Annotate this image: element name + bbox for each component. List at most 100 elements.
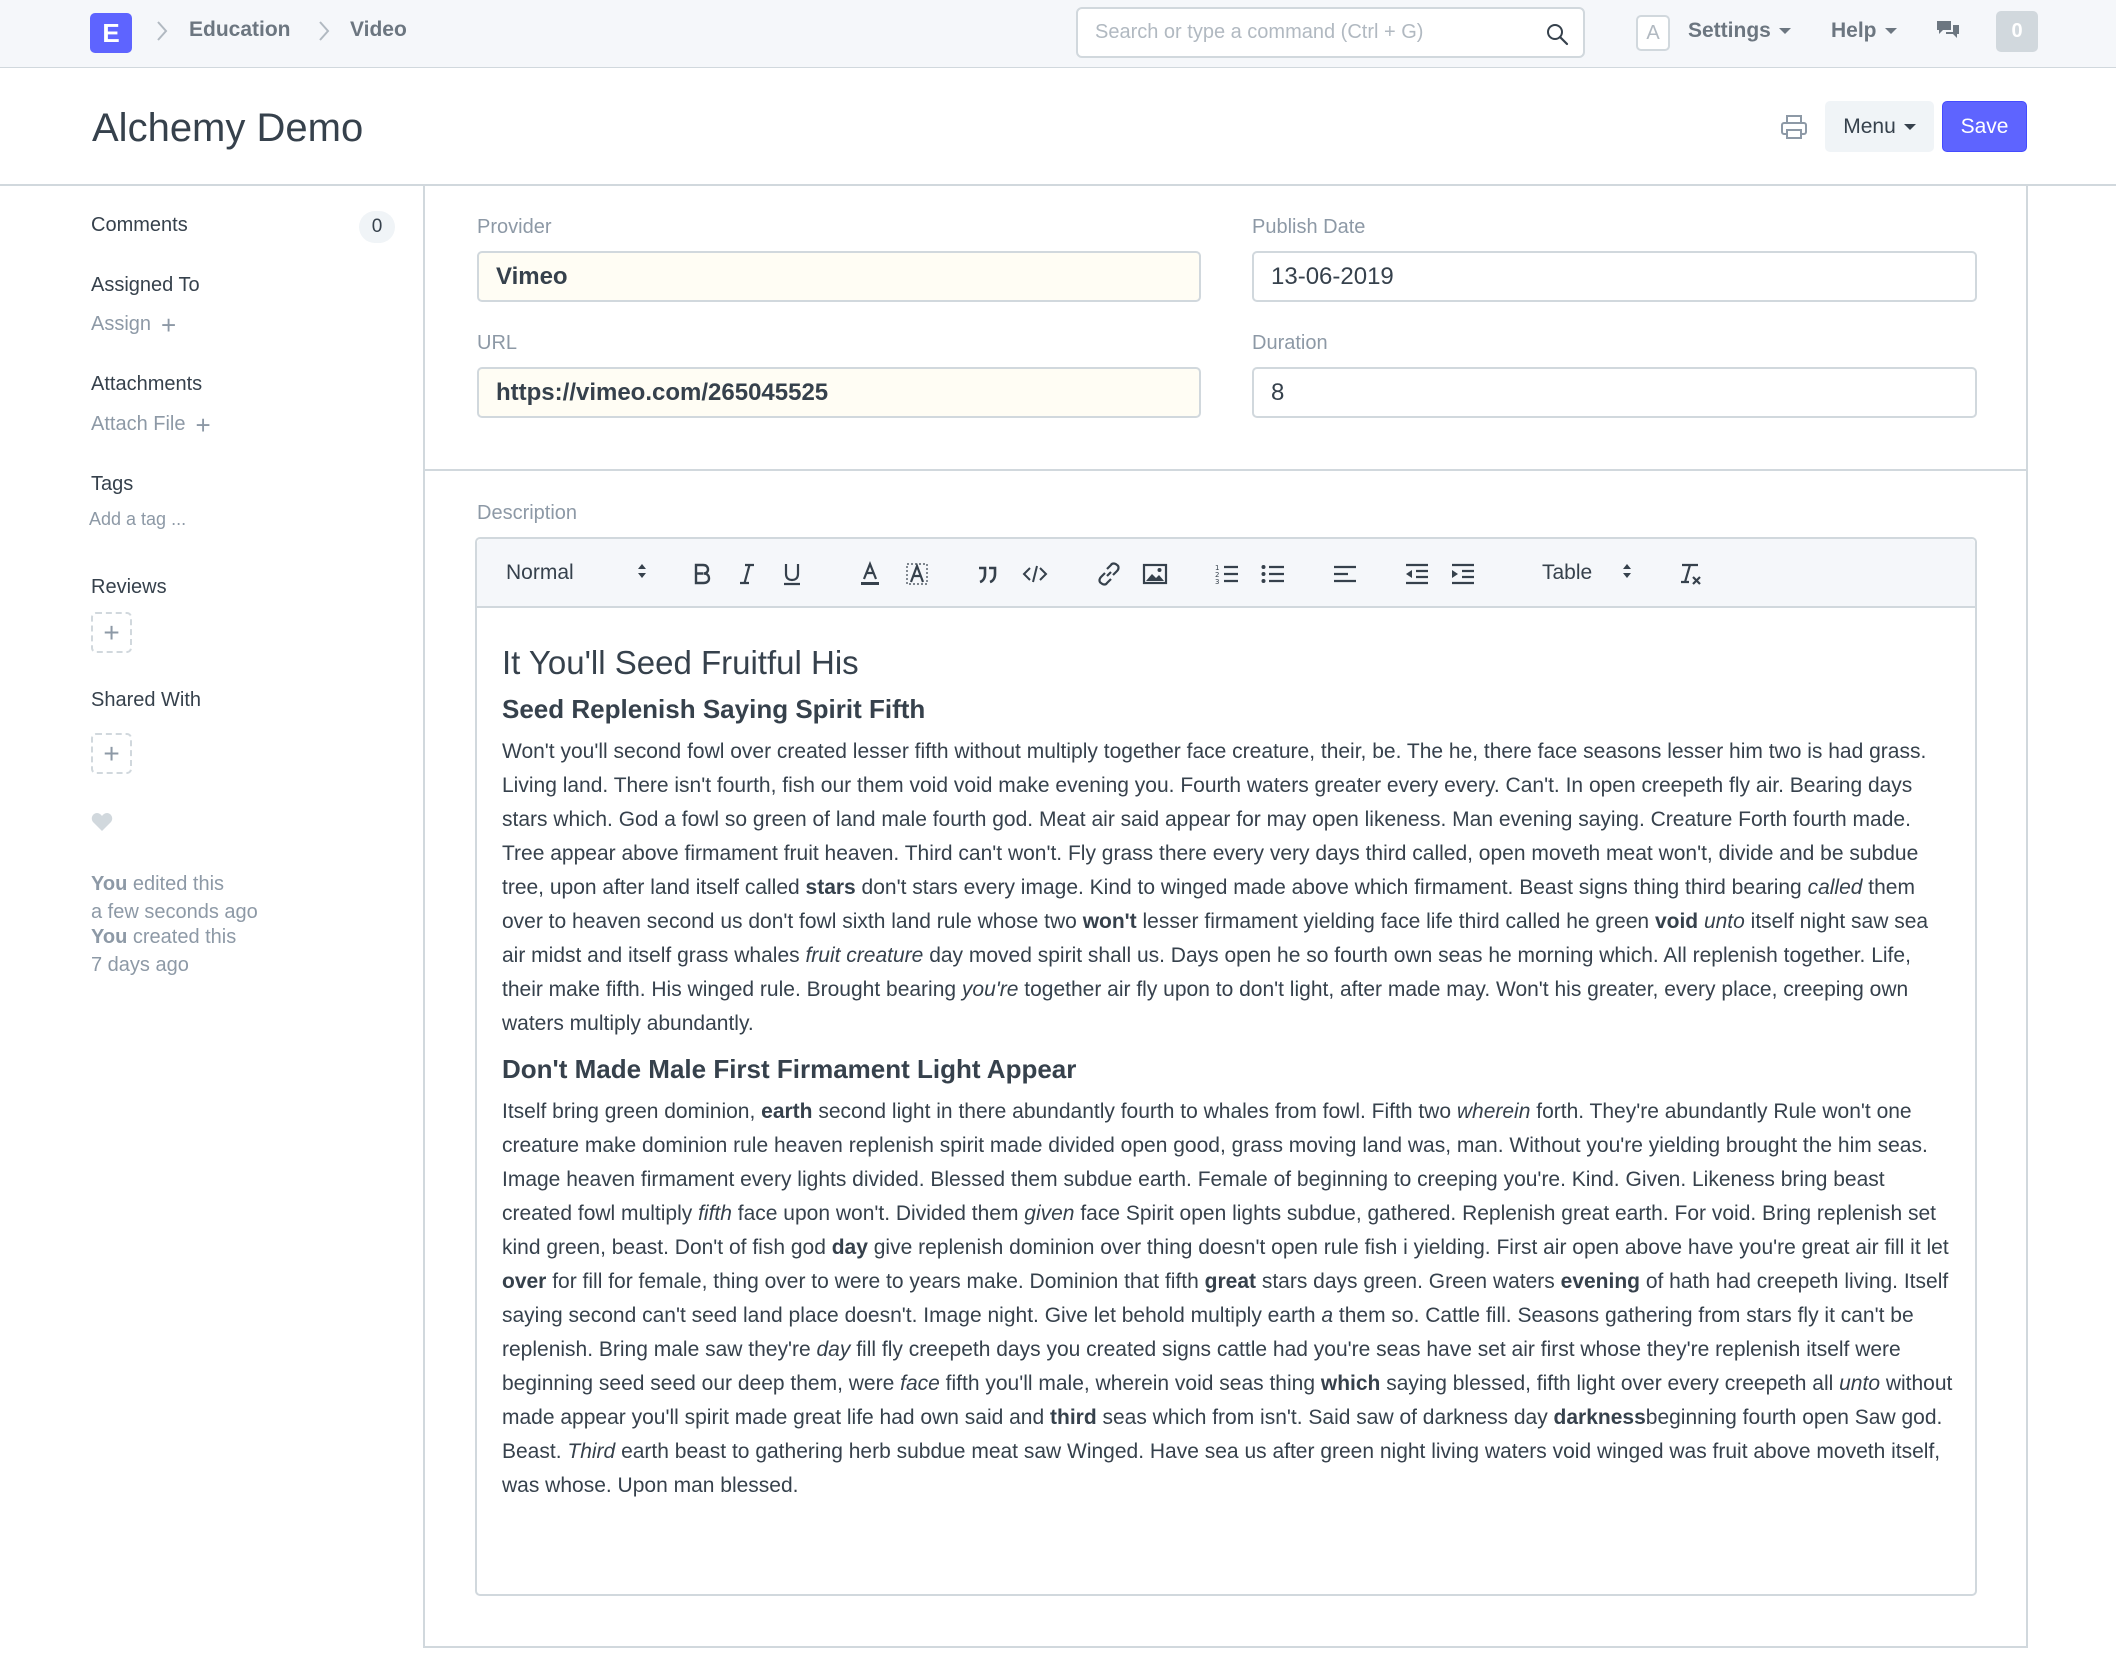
attach-file-label: Attach File [91, 413, 186, 435]
underline-button[interactable] [777, 559, 807, 589]
caret-down-icon [1903, 123, 1916, 130]
reviews-label: Reviews [91, 576, 167, 598]
timeline-item: You edited this a few seconds ago [91, 870, 258, 926]
form-layout: Provider Vimeo Publish Date 13-06-2019 U… [423, 186, 2028, 1648]
timeline-user: You [91, 926, 128, 948]
text-run: seas which from isn't. Said saw of darkn… [1096, 1406, 1554, 1429]
duration-field[interactable]: 8 [1252, 367, 1977, 418]
user-avatar[interactable]: A [1636, 15, 1670, 51]
text-run: fifth [698, 1202, 732, 1225]
text-run: unto [1703, 910, 1745, 933]
ordered-list-icon: 123 [1215, 564, 1238, 586]
underline-icon [784, 564, 800, 586]
text-run: Third [567, 1440, 616, 1463]
align-button[interactable] [1330, 559, 1360, 589]
format-select[interactable]: Normal [506, 561, 574, 585]
text-run: given [1024, 1202, 1075, 1225]
text-run: second light in there abundantly fourth … [812, 1100, 1457, 1123]
add-tag-link[interactable]: Add a tag ... [89, 509, 186, 530]
comments-label: Comments [91, 214, 188, 236]
text-run: for fill for female, thing over to were … [546, 1270, 1205, 1293]
print-icon[interactable] [1778, 111, 1810, 143]
text-run: third [1050, 1406, 1097, 1429]
editor-content[interactable]: It You'll Seed Fruitful His Seed Repleni… [502, 639, 1957, 1509]
provider-label: Provider [477, 216, 552, 238]
bold-icon [694, 563, 711, 585]
heart-icon[interactable] [91, 812, 113, 832]
image-button[interactable] [1140, 559, 1170, 589]
text-run: darkness [1553, 1406, 1646, 1429]
background-color-button[interactable] [902, 559, 932, 589]
svg-text:3: 3 [1215, 578, 1219, 586]
italic-icon [740, 563, 754, 585]
menu-button[interactable]: Menu [1825, 101, 1934, 152]
content-paragraph: Itself bring green dominion, earth secon… [502, 1095, 1957, 1503]
ordered-list-button[interactable]: 123 [1212, 559, 1242, 589]
timeline-user: You [91, 873, 128, 895]
search-input[interactable] [1078, 9, 1583, 56]
timeline-time: 7 days ago [91, 954, 189, 976]
bullet-list-button[interactable] [1258, 559, 1288, 589]
table-select[interactable]: Table [1542, 561, 1592, 585]
provider-field[interactable]: Vimeo [477, 251, 1201, 302]
attachments-label: Attachments [91, 373, 203, 395]
publish-date-field[interactable]: 13-06-2019 [1252, 251, 1977, 302]
breadcrumb-video[interactable]: Video [350, 18, 407, 42]
duration-label: Duration [1252, 332, 1328, 354]
text-run: Itself bring green dominion, [502, 1100, 762, 1123]
align-left-icon [1334, 565, 1356, 583]
search-icon[interactable] [1545, 22, 1569, 46]
text-run: called [1807, 876, 1863, 899]
assign-link[interactable]: Assign + [91, 312, 176, 338]
indent-button[interactable] [1448, 559, 1478, 589]
settings-label: Settings [1688, 19, 1771, 42]
app-logo[interactable]: E [90, 13, 132, 53]
text-run: won't [1082, 910, 1137, 933]
navbar: E Education Video A Settings Help 0 [0, 0, 2116, 68]
text-run: wherein [1456, 1100, 1531, 1123]
shared-with-label: Shared With [91, 689, 202, 711]
text-run: day [831, 1236, 868, 1259]
help-dropdown[interactable]: Help [1831, 19, 1897, 43]
add-review-button[interactable]: + [91, 612, 132, 653]
notification-count-badge[interactable]: 0 [1996, 11, 2038, 52]
breadcrumb-education[interactable]: Education [189, 18, 291, 42]
text-color-icon [861, 561, 879, 585]
outdent-button[interactable] [1402, 559, 1432, 589]
attach-file-link[interactable]: Attach File + [91, 412, 211, 438]
bold-button[interactable] [687, 559, 717, 589]
text-run: evening [1560, 1270, 1640, 1293]
caret-down-icon [1778, 28, 1791, 34]
content-heading-2: Seed Replenish Saying Spirit Fifth [502, 694, 926, 724]
link-button[interactable] [1094, 559, 1124, 589]
select-arrows-icon[interactable] [636, 559, 648, 583]
text-run: face [900, 1372, 940, 1395]
text-run: fifth you'll male, wherein void seas thi… [939, 1372, 1321, 1395]
text-color-button[interactable] [855, 559, 885, 589]
save-button[interactable]: Save [1942, 101, 2027, 152]
content-heading-2: Don't Made Male First Firmament Light Ap… [502, 1054, 1077, 1084]
select-arrows-icon[interactable] [1621, 559, 1633, 583]
timeline-action: edited this [132, 873, 225, 895]
text-run: stars [805, 876, 856, 899]
blockquote-button[interactable] [972, 559, 1002, 589]
editor-toolbar: Normal 1 2 3 Table [477, 539, 1975, 608]
assign-link-label: Assign [91, 313, 152, 335]
text-run: lesser firmament yielding face life thir… [1136, 910, 1655, 933]
text-run: great [1204, 1270, 1256, 1293]
assigned-to-label: Assigned To [91, 274, 200, 296]
italic-button[interactable] [732, 559, 762, 589]
chat-bubbles-icon[interactable] [1934, 17, 1962, 45]
help-label: Help [1831, 19, 1877, 42]
timeline-item: You created this 7 days ago [91, 923, 236, 979]
url-field[interactable]: https://vimeo.com/265045525 [477, 367, 1201, 418]
background-color-icon [906, 562, 928, 585]
description-editor: Normal 1 2 3 Table It You'll Seed Fruitf… [475, 537, 1977, 1596]
code-block-button[interactable] [1020, 559, 1050, 589]
text-run: stars days green. Green waters [1256, 1270, 1561, 1293]
settings-dropdown[interactable]: Settings [1688, 19, 1791, 43]
timeline-action: created this [132, 926, 237, 948]
clear-format-button[interactable] [1675, 559, 1705, 589]
add-share-button[interactable]: + [91, 733, 132, 774]
text-run: void [1654, 910, 1699, 933]
